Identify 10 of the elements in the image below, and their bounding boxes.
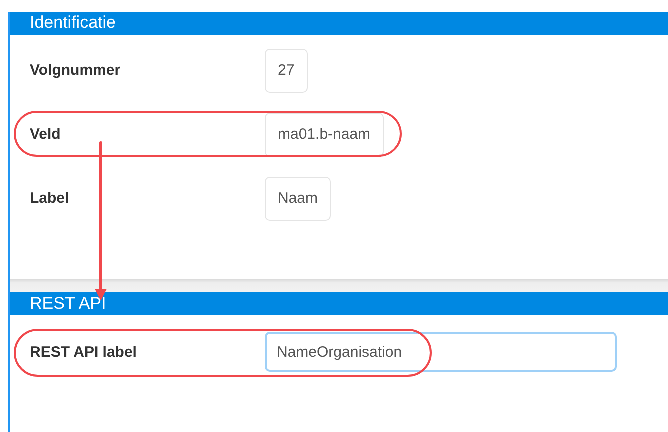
field-label: Label	[30, 190, 70, 208]
field-label: Veld	[30, 126, 62, 144]
section-header: REST API	[10, 292, 668, 315]
field-label: Volgnummer	[30, 62, 122, 80]
input-field[interactable]: 27	[265, 48, 308, 93]
input-field[interactable]: Naam	[265, 176, 332, 221]
input-field[interactable]: NameOrganisation	[265, 332, 617, 372]
section-header: Identificatie	[10, 12, 668, 35]
input-field[interactable]: ma01.b-naam	[265, 112, 384, 157]
field-label: REST API label	[30, 344, 138, 360]
